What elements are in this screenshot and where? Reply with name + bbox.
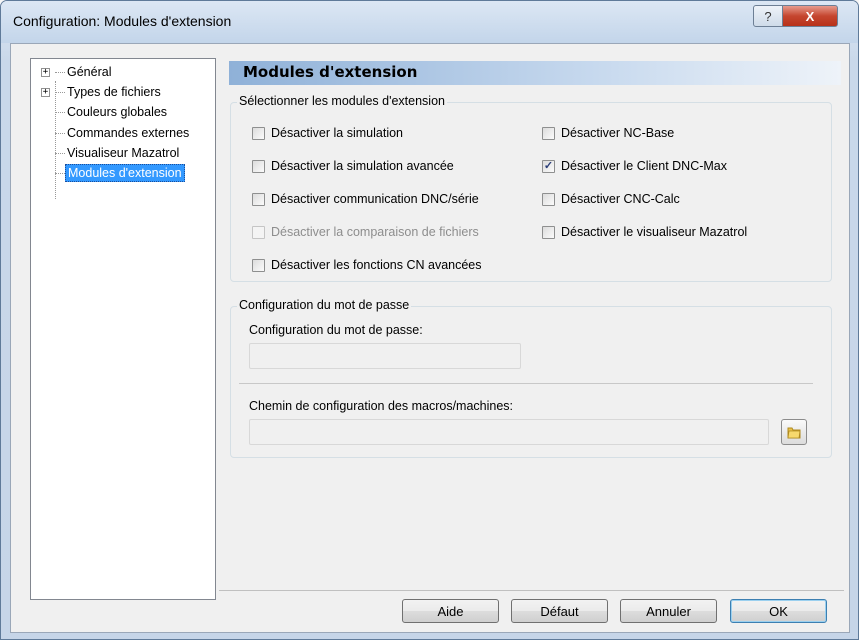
checkbox-label: Désactiver la comparaison de fichiers	[271, 225, 479, 239]
path-label: Chemin de configuration des macros/machi…	[249, 399, 514, 413]
path-field[interactable]	[249, 419, 769, 445]
checkbox-box	[252, 225, 265, 239]
modules-group: Sélectionner les modules d'extension Dés…	[230, 94, 832, 282]
close-button[interactable]: X	[782, 5, 838, 27]
checkbox-disable-nc-base[interactable]: Désactiver NC-Base	[542, 124, 674, 142]
browse-folder-button[interactable]	[781, 419, 807, 445]
tree-item-general[interactable]: + Général	[31, 63, 211, 81]
window-title: Configuration: Modules d'extension	[13, 13, 232, 29]
expand-icon[interactable]: +	[41, 88, 50, 97]
help-button[interactable]: Aide	[402, 599, 499, 623]
checkbox-label: Désactiver le Client DNC-Max	[561, 159, 728, 173]
checkbox-label: Désactiver CNC-Calc	[561, 192, 680, 206]
cancel-button[interactable]: Annuler	[620, 599, 717, 623]
checkbox-box[interactable]	[252, 258, 265, 272]
question-icon: ?	[764, 8, 772, 24]
tree-item-label: Commandes externes	[67, 126, 190, 140]
checkbox-disable-cnc-calc[interactable]: Désactiver CNC-Calc	[542, 190, 680, 208]
checkbox-label: Désactiver la simulation	[271, 126, 403, 140]
panel-title: Modules d'extension	[243, 63, 418, 81]
tree-connector	[55, 72, 65, 73]
tree-item-label: Types de fichiers	[67, 85, 161, 99]
close-icon: X	[805, 8, 815, 24]
tree-item-label-selected: Modules d'extension	[65, 164, 185, 182]
tree-item-label: Général	[67, 65, 112, 79]
tree-item-couleurs-globales[interactable]: Couleurs globales	[31, 103, 211, 121]
checkbox-box-checked[interactable]: ✓	[542, 159, 555, 173]
help-title-button[interactable]: ?	[753, 5, 783, 27]
checkbox-label: Désactiver la simulation avancée	[271, 159, 454, 173]
checkbox-box[interactable]	[252, 192, 265, 206]
checkmark-icon: ✓	[543, 159, 554, 172]
group-separator	[239, 383, 813, 384]
tree-item-visualiseur-mazatrol[interactable]: Visualiseur Mazatrol	[31, 144, 211, 162]
ok-button[interactable]: OK	[730, 599, 827, 623]
checkbox-disable-dnc-serial[interactable]: Désactiver communication DNC/série	[252, 190, 479, 208]
checkbox-box[interactable]	[542, 126, 555, 140]
folder-icon	[787, 427, 801, 439]
checkbox-disable-mazatrol-viewer[interactable]: Désactiver le visualiseur Mazatrol	[542, 223, 747, 241]
checkbox-box[interactable]	[252, 126, 265, 140]
password-group: Configuration du mot de passe Configurat…	[230, 298, 832, 458]
category-tree[interactable]: + Général + Types de fichiers Couleurs g…	[30, 58, 216, 600]
tree-item-commandes-externes[interactable]: Commandes externes	[31, 124, 211, 142]
default-button[interactable]: Défaut	[511, 599, 608, 623]
checkbox-disable-dnc-max-client[interactable]: ✓ Désactiver le Client DNC-Max	[542, 157, 727, 175]
expand-icon[interactable]: +	[41, 68, 50, 77]
tree-item-modules-extension[interactable]: Modules d'extension	[31, 164, 211, 182]
checkbox-label: Désactiver les fonctions CN avancées	[271, 258, 482, 272]
tree-connector	[55, 133, 65, 134]
checkbox-box[interactable]	[542, 225, 555, 239]
checkbox-label: Désactiver communication DNC/série	[271, 192, 479, 206]
checkbox-box[interactable]	[252, 159, 265, 173]
group-title: Configuration du mot de passe	[237, 298, 412, 312]
tree-item-label: Couleurs globales	[67, 105, 168, 119]
tree-connector	[55, 112, 65, 113]
tree-connector	[55, 153, 65, 154]
tree-connector	[55, 92, 65, 93]
password-label: Configuration du mot de passe:	[249, 323, 423, 337]
checkbox-disable-advanced-cn[interactable]: Désactiver les fonctions CN avancées	[252, 256, 482, 274]
password-field[interactable]	[249, 343, 521, 369]
dialog-body: + Général + Types de fichiers Couleurs g…	[10, 43, 850, 633]
config-window: Configuration: Modules d'extension ? X +…	[0, 0, 859, 640]
tree-item-label: Visualiseur Mazatrol	[67, 146, 180, 160]
checkbox-disable-simulation[interactable]: Désactiver la simulation	[252, 124, 403, 142]
checkbox-disable-advanced-simulation[interactable]: Désactiver la simulation avancée	[252, 157, 454, 175]
group-title: Sélectionner les modules d'extension	[237, 94, 447, 108]
panel-header: Modules d'extension	[229, 61, 841, 85]
checkbox-label: Désactiver NC-Base	[561, 126, 675, 140]
tree-connector	[55, 173, 65, 174]
checkbox-disable-file-compare: Désactiver la comparaison de fichiers	[252, 223, 479, 241]
checkbox-box[interactable]	[542, 192, 555, 206]
title-bar[interactable]: Configuration: Modules d'extension ? X	[1, 1, 858, 43]
checkbox-label: Désactiver le visualiseur Mazatrol	[561, 225, 748, 239]
footer-separator	[219, 590, 844, 591]
tree-item-types-de-fichiers[interactable]: + Types de fichiers	[31, 83, 211, 101]
